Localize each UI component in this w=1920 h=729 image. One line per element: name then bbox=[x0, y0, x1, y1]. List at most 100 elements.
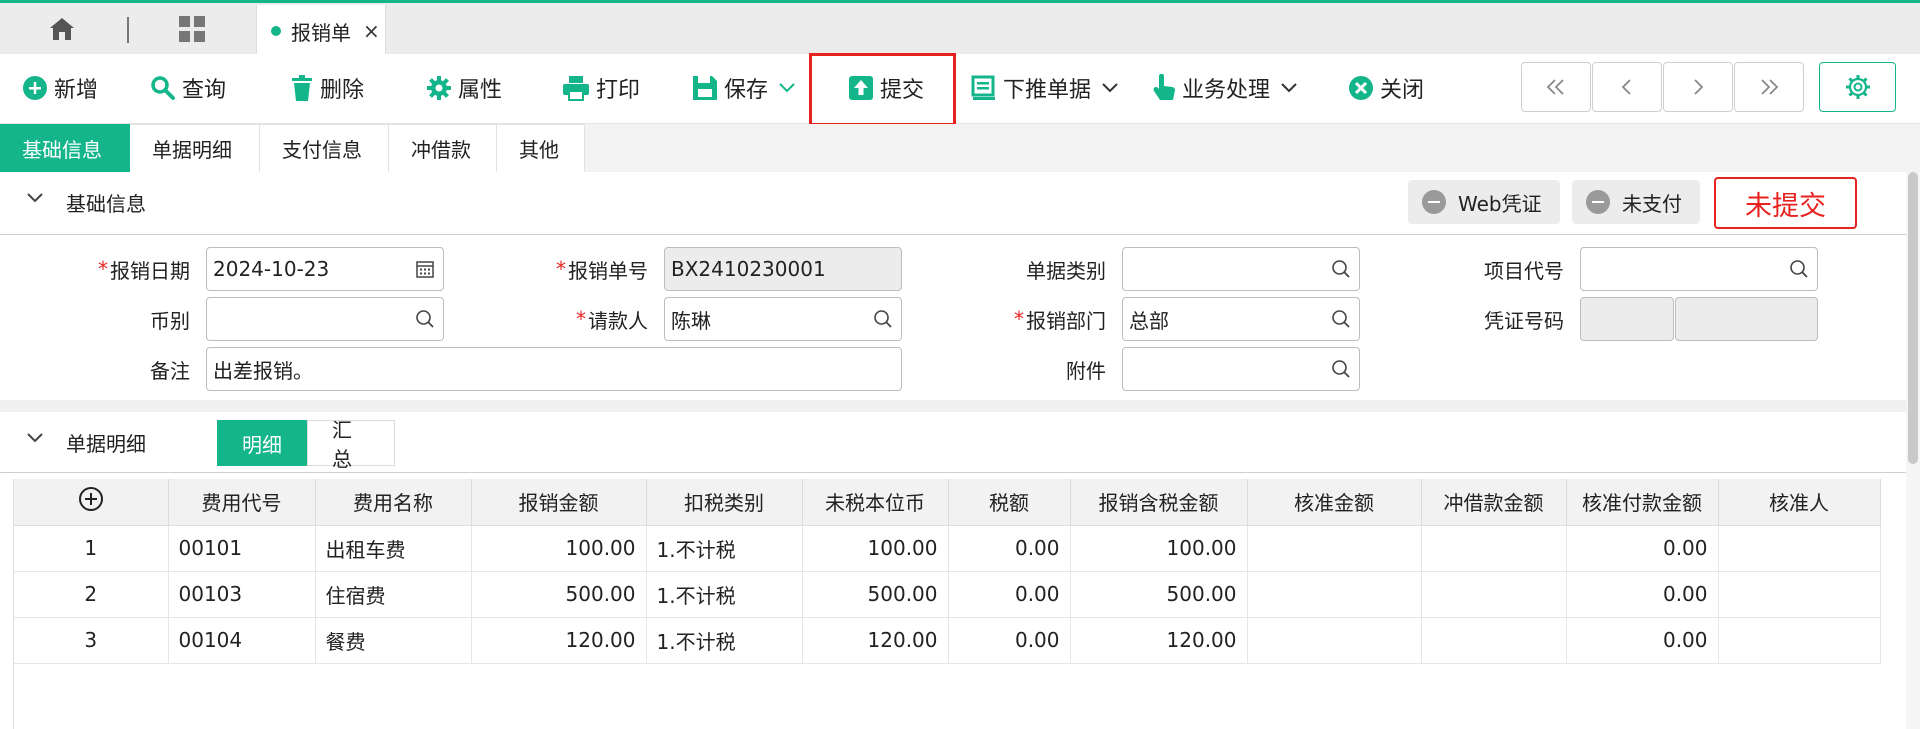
prev-record-button[interactable] bbox=[1592, 62, 1662, 112]
tab-basic-info[interactable]: 基础信息 bbox=[0, 124, 130, 172]
col-header[interactable]: 冲借款金额 bbox=[1421, 479, 1567, 526]
col-header[interactable]: 报销金额 bbox=[471, 479, 647, 526]
search-icon bbox=[416, 310, 434, 328]
chevron-left-icon bbox=[1621, 79, 1631, 95]
chevron-down-icon bbox=[779, 83, 795, 93]
tab-payment-info[interactable]: 支付信息 bbox=[260, 124, 389, 172]
cell-approver[interactable] bbox=[1718, 525, 1881, 572]
cell-taxed-amount[interactable]: 500.00 bbox=[1070, 571, 1248, 618]
cell-tax[interactable]: 0.00 bbox=[948, 571, 1071, 618]
cell-approved-amount[interactable] bbox=[1247, 617, 1422, 664]
active-dot-icon bbox=[271, 26, 281, 36]
department-field[interactable]: 总部 bbox=[1122, 297, 1360, 341]
col-header[interactable]: 费用名称 bbox=[315, 479, 472, 526]
table-row[interactable]: 2 00103 住宿费 500.00 1.不计税 500.00 0.00 500… bbox=[14, 571, 1881, 618]
tab-bill-detail[interactable]: 单据明细 bbox=[130, 124, 260, 172]
cell-approved-payment[interactable]: 0.00 bbox=[1566, 571, 1719, 618]
search-icon bbox=[1790, 260, 1808, 278]
cell-untaxed[interactable]: 100.00 bbox=[802, 525, 949, 572]
apps-grid-icon[interactable] bbox=[176, 13, 208, 45]
close-tab-icon[interactable]: × bbox=[363, 19, 380, 43]
seg-detail[interactable]: 明细 bbox=[217, 420, 307, 466]
expense-no-field: BX2410230001 bbox=[664, 247, 902, 291]
new-button[interactable]: 新增 bbox=[22, 70, 98, 106]
col-header[interactable]: 核准付款金额 bbox=[1566, 479, 1719, 526]
cell-approved-payment[interactable]: 0.00 bbox=[1566, 617, 1719, 664]
cell-expense-name[interactable]: 住宿费 bbox=[315, 571, 472, 618]
print-button[interactable]: 打印 bbox=[562, 70, 640, 106]
cell-untaxed[interactable]: 120.00 bbox=[802, 617, 949, 664]
save-button[interactable]: 保存 bbox=[692, 70, 802, 106]
cell-expense-name[interactable]: 出租车费 bbox=[315, 525, 472, 572]
tab-expense-report[interactable]: 报销单 × bbox=[256, 5, 386, 57]
col-header[interactable]: 税额 bbox=[948, 479, 1071, 526]
cell-taxed-amount[interactable]: 120.00 bbox=[1070, 617, 1248, 664]
expense-date-field[interactable]: 2024-10-23 bbox=[206, 247, 444, 291]
close-button[interactable]: 关闭 bbox=[1348, 70, 1424, 106]
cell-amount[interactable]: 100.00 bbox=[471, 525, 647, 572]
next-record-button[interactable] bbox=[1663, 62, 1733, 112]
business-process-button[interactable]: 业务处理 bbox=[1152, 70, 1304, 106]
home-icon[interactable] bbox=[46, 13, 78, 45]
cell-loan-offset[interactable] bbox=[1421, 571, 1567, 618]
col-header[interactable]: 费用代号 bbox=[168, 479, 316, 526]
cell-tax[interactable]: 0.00 bbox=[948, 617, 1071, 664]
attributes-button[interactable]: 属性 bbox=[426, 70, 502, 106]
cell-amount[interactable]: 500.00 bbox=[471, 571, 647, 618]
attachment-field[interactable] bbox=[1122, 347, 1360, 391]
scrollbar-thumb[interactable] bbox=[1908, 172, 1918, 464]
detail-view-toggle: 明细 汇总 bbox=[217, 418, 395, 471]
cell-untaxed[interactable]: 500.00 bbox=[802, 571, 949, 618]
hand-pointer-icon bbox=[1153, 74, 1175, 100]
requester-field[interactable]: 陈琳 bbox=[664, 297, 902, 341]
submit-button[interactable]: 提交 bbox=[848, 70, 924, 106]
web-voucher-badge[interactable]: Web凭证 bbox=[1408, 180, 1560, 224]
remark-field[interactable]: 出差报销。 bbox=[206, 347, 902, 391]
cell-approved-payment[interactable]: 0.00 bbox=[1566, 525, 1719, 572]
cell-expense-code[interactable]: 00103 bbox=[168, 571, 316, 618]
cell-approved-amount[interactable] bbox=[1247, 571, 1422, 618]
cell-loan-offset[interactable] bbox=[1421, 525, 1567, 572]
col-header[interactable]: 扣税类别 bbox=[646, 479, 803, 526]
cell-tax[interactable]: 0.00 bbox=[948, 525, 1071, 572]
cell-approver[interactable] bbox=[1718, 617, 1881, 664]
cell-expense-code[interactable]: 00104 bbox=[168, 617, 316, 664]
cell-amount[interactable]: 120.00 bbox=[471, 617, 647, 664]
cell-approved-amount[interactable] bbox=[1247, 525, 1422, 572]
col-header[interactable]: 核准人 bbox=[1718, 479, 1881, 526]
search-icon bbox=[1332, 360, 1350, 378]
bill-category-field[interactable] bbox=[1122, 247, 1360, 291]
cell-tax-type[interactable]: 1.不计税 bbox=[646, 525, 803, 572]
currency-label: 币别 bbox=[150, 308, 190, 333]
search-icon bbox=[1332, 310, 1350, 328]
col-header[interactable]: 报销含税金额 bbox=[1070, 479, 1248, 526]
cell-taxed-amount[interactable]: 100.00 bbox=[1070, 525, 1248, 572]
tab-loan-offset[interactable]: 冲借款 bbox=[389, 124, 497, 172]
cell-loan-offset[interactable] bbox=[1421, 617, 1567, 664]
cell-approver[interactable] bbox=[1718, 571, 1881, 618]
push-down-button[interactable]: 下推单据 bbox=[971, 70, 1125, 106]
project-code-field[interactable] bbox=[1580, 247, 1818, 291]
delete-button[interactable]: 删除 bbox=[290, 70, 364, 106]
currency-field[interactable] bbox=[206, 297, 444, 341]
vertical-scrollbar[interactable] bbox=[1906, 172, 1920, 729]
detail-table: 费用代号 费用名称 报销金额 扣税类别 未税本位币 税额 报销含税金额 核准金额… bbox=[14, 479, 1881, 664]
last-record-button[interactable] bbox=[1734, 62, 1804, 112]
col-header[interactable]: 核准金额 bbox=[1247, 479, 1422, 526]
cell-tax-type[interactable]: 1.不计税 bbox=[646, 617, 803, 664]
first-record-button[interactable] bbox=[1521, 62, 1591, 112]
settings-button[interactable] bbox=[1819, 62, 1896, 112]
tab-label: 报销单 bbox=[291, 20, 351, 45]
row-number: 3 bbox=[14, 617, 169, 664]
cell-expense-code[interactable]: 00101 bbox=[168, 525, 316, 572]
tab-other[interactable]: 其他 bbox=[497, 124, 585, 172]
settings-gear-icon bbox=[1845, 75, 1870, 99]
col-header[interactable]: 未税本位币 bbox=[802, 479, 949, 526]
add-row-button[interactable] bbox=[14, 479, 169, 526]
table-row[interactable]: 3 00104 餐费 120.00 1.不计税 120.00 0.00 120.… bbox=[14, 617, 1881, 664]
cell-tax-type[interactable]: 1.不计税 bbox=[646, 571, 803, 618]
query-button[interactable]: 查询 bbox=[150, 70, 226, 106]
cell-expense-name[interactable]: 餐费 bbox=[315, 617, 472, 664]
table-row[interactable]: 1 00101 出租车费 100.00 1.不计税 100.00 0.00 10… bbox=[14, 525, 1881, 572]
seg-summary[interactable]: 汇总 bbox=[307, 418, 395, 471]
